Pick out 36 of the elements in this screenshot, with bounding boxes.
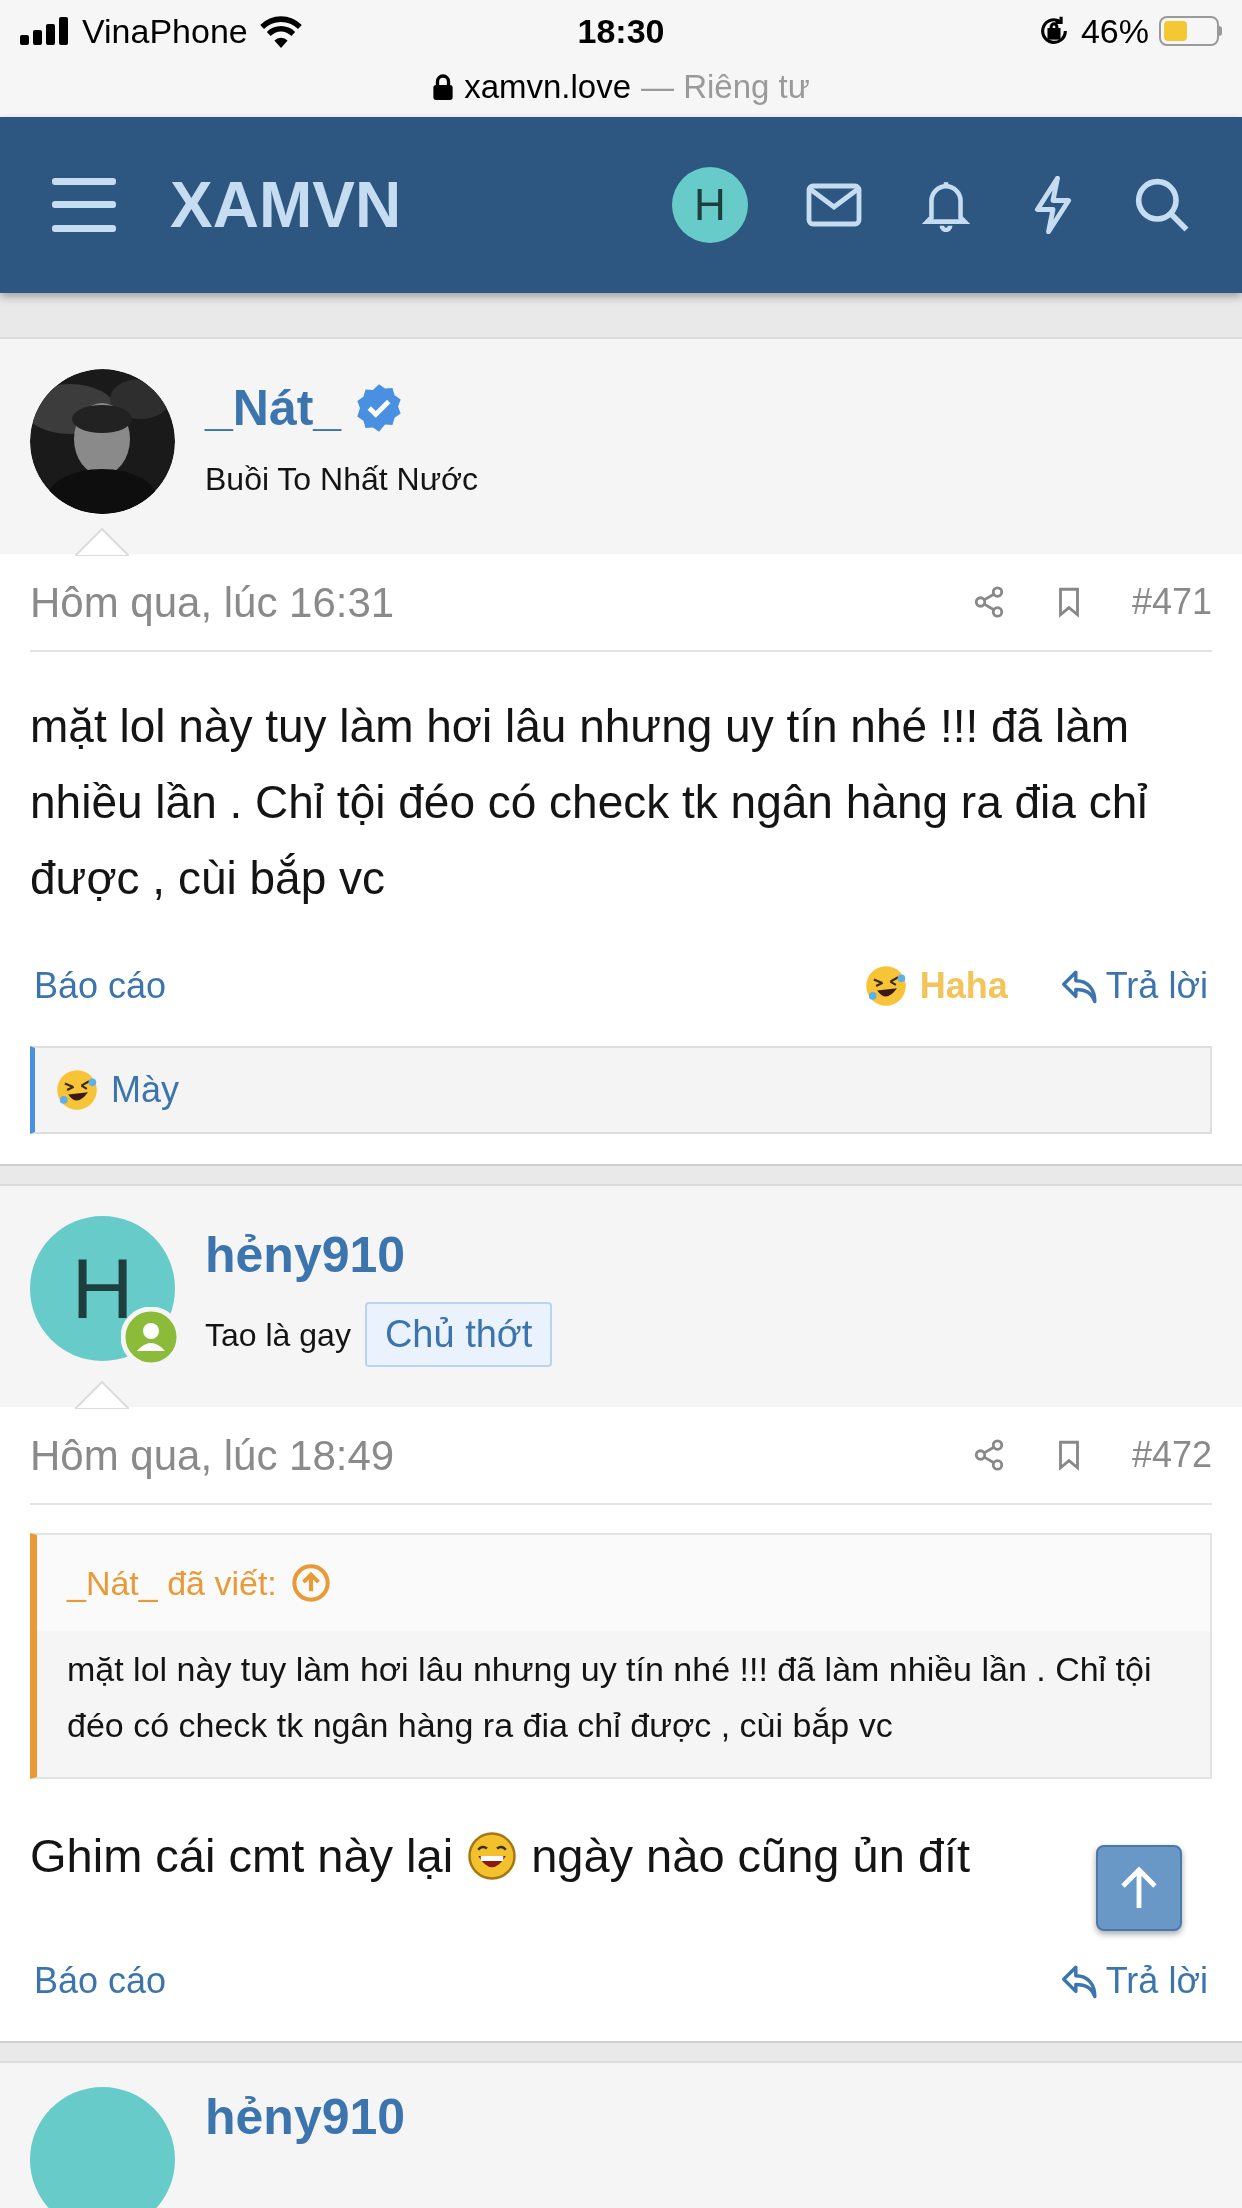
user-avatar[interactable]: H [672,167,748,243]
post-date[interactable]: Hôm qua, lúc 18:49 [30,1423,972,1487]
menu-icon[interactable] [52,178,116,232]
laughing-emoji-icon [863,964,908,1008]
post-message: mặt lol này tuy làm hơi lâu nhưng uy tín nhé !!! đã làm nhiều lần . Chỉ tội đéo có check tk ngân hàng ra đia chỉ được , cùi bắp vc [29,699,1149,906]
username-link[interactable]: hẻny910 [205,2087,406,2208]
thread-starter-badge: Chủ thớt [364,1302,553,1367]
site-logo[interactable]: XAMVN [170,157,672,253]
mail-icon[interactable] [806,183,862,227]
post-message-continued: ngày nào cũng ủn đít [531,1827,971,1884]
arrow-up-icon [1119,1866,1159,1910]
battery-percent: 46% [1080,10,1149,52]
post-number[interactable]: #471 [1131,575,1212,629]
url-domain[interactable]: xamvn.love [464,62,632,112]
battery-icon [1159,16,1222,46]
lock-icon [432,72,455,101]
report-link[interactable]: Báo cáo [34,1954,1060,2008]
laughing-emoji-icon [55,1068,99,1112]
report-link[interactable]: Báo cáo [34,959,864,1013]
status-time: 18:30 [577,10,665,52]
reply-button[interactable]: Trả lời [1059,1954,1208,2008]
post-message: Ghim cái cmt này lại [30,1827,454,1884]
search-icon[interactable] [1134,177,1190,233]
username-link[interactable]: hẻny910 [205,1217,406,1293]
url-privacy-label: — Riêng tư [641,67,810,107]
username-link[interactable]: _Nát_ [205,370,342,446]
post-date[interactable]: Hôm qua, lúc 16:31 [30,570,972,634]
reply-button[interactable]: Trả lời [1059,959,1208,1013]
back-to-top-button[interactable] [1096,1845,1182,1931]
user-title: Buồi To Nhất Nước [205,460,479,499]
laughing-emoji-icon [467,1831,518,1881]
post-number[interactable]: #472 [1131,1428,1212,1482]
user-title: Tao là gay [205,1315,351,1355]
carrier-name: VinaPhone [82,10,248,52]
quote-text: mặt lol này tuy làm hơi lâu nhưng uy tín nhé !!! đã làm nhiều lần . Chỉ tội đéo có check tk ngân hàng ra đia chỉ được , cùi bắp vc [66,1649,1153,1746]
reaction-user-link[interactable]: Mày [111,1063,179,1117]
